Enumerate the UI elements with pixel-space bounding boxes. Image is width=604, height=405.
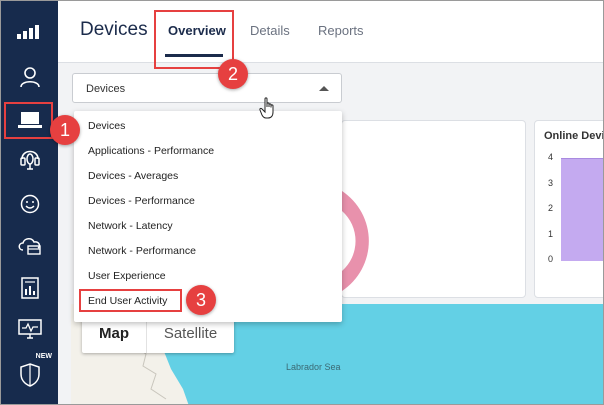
y-tick: 0 — [548, 254, 554, 264]
user-icon[interactable] — [1, 59, 58, 95]
callout-badge-1: 1 — [50, 115, 80, 145]
sidebar: NEW — [1, 1, 58, 404]
callout-highlight-end-user-activity — [79, 289, 182, 312]
dropdown-option-devices-performance[interactable]: Devices - Performance — [88, 195, 195, 207]
callout-badge-2: 2 — [218, 59, 248, 89]
cloud-icon[interactable] — [1, 227, 58, 263]
donut-slice — [342, 191, 369, 291]
view-select-value: Devices — [86, 83, 126, 95]
dropdown-option-user-experience[interactable]: User Experience — [88, 270, 166, 282]
signal-bars-icon[interactable] — [1, 14, 58, 50]
dropdown-option-devices[interactable]: Devices — [88, 120, 125, 132]
page-header: Devices Overview Details Reports — [58, 1, 603, 63]
tab-reports[interactable]: Reports — [318, 23, 364, 38]
report-icon[interactable] — [1, 270, 58, 306]
monitor-pulse-icon[interactable] — [1, 311, 58, 347]
y-tick: 1 — [548, 229, 554, 239]
y-tick: 2 — [548, 203, 554, 213]
map-place-label: Labrador Sea — [286, 362, 341, 372]
y-tick: 4 — [548, 152, 554, 162]
callout-highlight-overview — [154, 10, 234, 69]
caret-up-icon — [319, 86, 329, 91]
app-window: NEW Devices Overview Details Reports Onl… — [0, 0, 604, 405]
view-select[interactable]: Devices — [72, 73, 342, 103]
new-badge: NEW — [35, 353, 52, 360]
callout-highlight-laptop — [4, 102, 53, 139]
dropdown-option-devices-averages[interactable]: Devices - Averages — [88, 170, 178, 182]
donut-chart — [342, 191, 369, 291]
smiley-icon[interactable] — [1, 186, 58, 222]
dropdown-option-applications-performance[interactable]: Applications - Performance — [88, 145, 214, 157]
shield-icon[interactable]: NEW — [1, 353, 58, 393]
callout-badge-3: 3 — [186, 285, 216, 315]
dropdown-option-network-performance[interactable]: Network - Performance — [88, 245, 196, 257]
donut-chart-card — [341, 120, 526, 298]
page-title: Devices — [80, 19, 148, 40]
headset-icon[interactable] — [1, 141, 58, 177]
tab-details[interactable]: Details — [250, 23, 290, 38]
hand-cursor-icon — [259, 97, 274, 119]
online-devices-title: Online Devi — [544, 130, 604, 142]
online-devices-card: Online Devi 4 3 2 1 0 — [534, 120, 604, 298]
dropdown-option-network-latency[interactable]: Network - Latency — [88, 220, 173, 232]
y-tick: 3 — [548, 178, 554, 188]
online-devices-area — [561, 158, 603, 261]
